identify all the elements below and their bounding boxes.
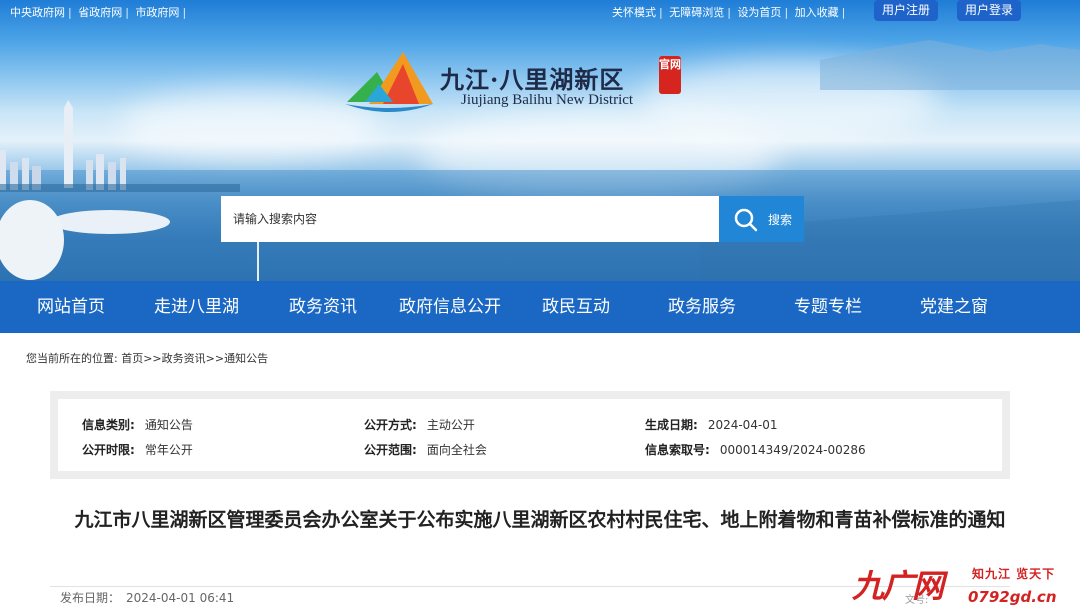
watermark-slogan: 知九江 览天下 xyxy=(972,567,1056,581)
info-table-inner: 信息类别: 通知公告 公开方式: 主动公开 生成日期: 2024-04-01 公开时限… xyxy=(58,399,1002,471)
search-button[interactable]: 搜索 xyxy=(719,196,804,242)
info-category-value: 通知公告 xyxy=(144,418,193,432)
link-care-mode[interactable]: 关怀模式 xyxy=(612,6,656,19)
mountain-logo-icon xyxy=(345,52,433,112)
info-date-label: 生成日期: xyxy=(645,418,698,432)
utility-links: 关怀模式 | 无障碍浏览 | 设为首页 | 加入收藏 | xyxy=(612,6,846,19)
gov-links: 中央政府网 | 省政府网 | 市政府网 | xyxy=(10,6,187,19)
login-button[interactable]: 用户登录 xyxy=(957,0,1022,21)
site-subtitle: Jiujiang Balihu New District xyxy=(461,92,634,108)
info-index-value: 000014349/2024-00286 xyxy=(719,443,866,457)
publish-date-value: 2024-04-01 06:41 xyxy=(126,591,235,605)
site-logo[interactable]: 九江·八里湖新区 官网 Jiujiang Balihu New District xyxy=(343,50,688,120)
publish-date: 发布日期： 2024-04-01 06:41 xyxy=(60,589,234,606)
link-central-gov[interactable]: 中央政府网 xyxy=(10,6,65,19)
link-add-favorite[interactable]: 加入收藏 xyxy=(795,6,839,19)
info-method-value: 主动公开 xyxy=(426,418,475,432)
info-date: 生成日期: 2024-04-01 xyxy=(645,416,778,433)
official-seal: 官网 xyxy=(659,56,681,94)
info-category-label: 信息类别: xyxy=(82,418,135,432)
breadcrumb-news[interactable]: 政务资讯 xyxy=(162,352,206,365)
article-title: 九江市八里湖新区管理委员会办公室关于公布实施八里湖新区农村村民住宅、地上附着物和… xyxy=(74,509,1006,531)
nav-item-interaction[interactable]: 政民互动 xyxy=(542,281,610,333)
info-method-label: 公开方式: xyxy=(364,418,417,432)
link-set-homepage[interactable]: 设为首页 xyxy=(737,6,781,19)
nav-item-info-disclosure[interactable]: 政府信息公开 xyxy=(399,281,501,333)
info-scope-label: 公开范围: xyxy=(364,443,417,457)
search-icon xyxy=(734,208,758,232)
info-period-label: 公开时限: xyxy=(82,443,135,457)
nav-item-home[interactable]: 网站首页 xyxy=(37,281,105,333)
breadcrumb-prefix: 您当前所在的位置: xyxy=(26,352,118,365)
search-button-label: 搜索 xyxy=(768,213,793,227)
info-period: 公开时限: 常年公开 xyxy=(82,441,193,458)
link-province-gov[interactable]: 省政府网 xyxy=(78,6,122,19)
info-scope-value: 面向全社会 xyxy=(426,443,487,457)
link-accessibility[interactable]: 无障碍浏览 xyxy=(669,6,724,19)
breadcrumb-notices[interactable]: 通知公告 xyxy=(224,352,268,365)
info-index-label: 信息索取号: xyxy=(645,443,710,457)
publish-date-label: 发布日期： xyxy=(60,591,121,605)
top-bar: 中央政府网 | 省政府网 | 市政府网 | 关怀模式 | 无障碍浏览 | 设为首页 | 加入… xyxy=(0,0,1080,22)
watermark: 九广网 知九江 览天下 0792gd.cn xyxy=(852,561,1080,613)
nav-item-about-balihu[interactable]: 走进八里湖 xyxy=(154,281,239,333)
nav-item-news[interactable]: 政务资讯 xyxy=(289,281,357,333)
nav-item-party-building[interactable]: 党建之窗 xyxy=(920,281,988,333)
main-nav: 网站首页 走进八里湖 政务资讯 政府信息公开 政民互动 政务服务 专题专栏 党建… xyxy=(0,281,1080,333)
search-input[interactable] xyxy=(221,196,719,242)
watermark-url: 0792gd.cn xyxy=(968,588,1057,606)
info-table: 信息类别: 通知公告 公开方式: 主动公开 生成日期: 2024-04-01 公开时限… xyxy=(50,391,1010,479)
info-date-value: 2024-04-01 xyxy=(707,418,778,432)
info-scope: 公开范围: 面向全社会 xyxy=(364,441,487,458)
site-title: 九江·八里湖新区 xyxy=(440,65,625,94)
nav-item-services[interactable]: 政务服务 xyxy=(668,281,736,333)
search-bar: 搜索 xyxy=(221,196,804,242)
register-button[interactable]: 用户注册 xyxy=(874,0,939,21)
info-category: 信息类别: 通知公告 xyxy=(82,416,193,433)
info-index: 信息索取号: 000014349/2024-00286 xyxy=(645,441,866,458)
header-banner: 中央政府网 | 省政府网 | 市政府网 | 关怀模式 | 无障碍浏览 | 设为首页 | 加入… xyxy=(0,0,1080,281)
info-period-value: 常年公开 xyxy=(144,443,193,457)
nav-item-special-topics[interactable]: 专题专栏 xyxy=(794,281,862,333)
link-city-gov[interactable]: 市政府网 xyxy=(135,6,179,19)
watermark-logo: 九广网 xyxy=(852,567,944,605)
breadcrumb-home[interactable]: 首页 xyxy=(121,352,143,365)
breadcrumb: 您当前所在的位置: 首页>>政务资讯>>通知公告 xyxy=(26,352,269,365)
info-method: 公开方式: 主动公开 xyxy=(364,416,475,433)
